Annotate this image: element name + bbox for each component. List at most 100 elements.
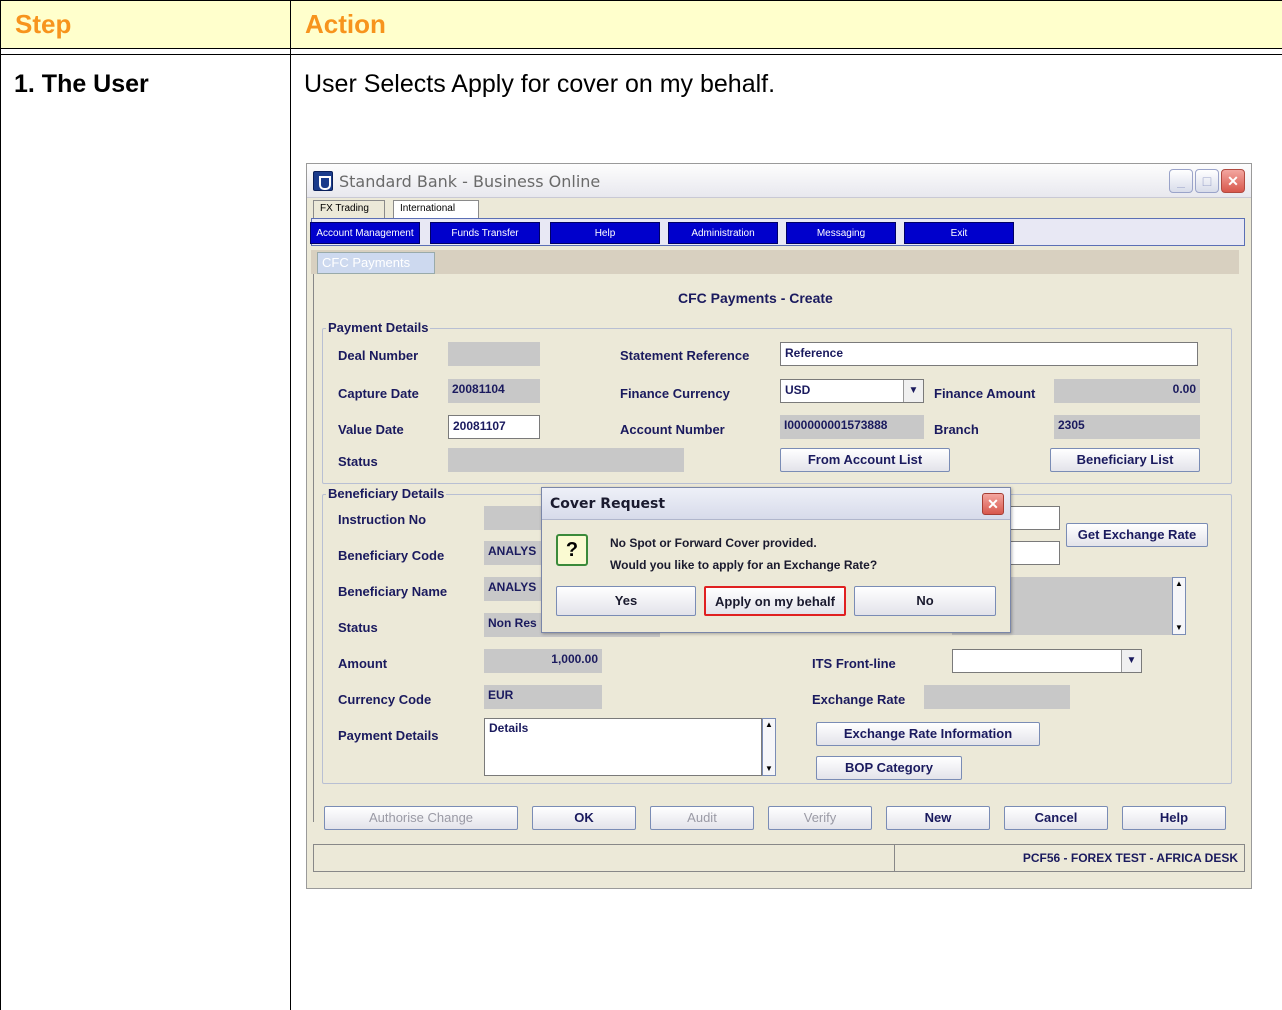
finance-amount-label: Finance Amount bbox=[934, 386, 1036, 401]
table-header-row: Step Action bbox=[0, 0, 1282, 49]
menu-account-management[interactable]: Account Management bbox=[310, 222, 420, 244]
dialog-title: Cover Request bbox=[550, 496, 666, 512]
action-cell: User Selects Apply for cover on my behal… bbox=[304, 70, 776, 98]
status-bar: PCF56 - FOREX TEST - AFRICA DESK bbox=[313, 844, 1245, 872]
beneficiary-details-group-label: Beneficiary Details bbox=[326, 486, 447, 501]
form-title: CFC Payments - Create bbox=[678, 290, 833, 306]
instruction-no-field bbox=[484, 506, 544, 530]
scroll-down-icon[interactable]: ▼ bbox=[1173, 622, 1185, 634]
value-date-field[interactable]: 20081107 bbox=[448, 415, 540, 439]
action-header: Action bbox=[305, 9, 386, 39]
statement-reference-label: Statement Reference bbox=[620, 348, 750, 363]
statement-reference-field[interactable]: Reference bbox=[780, 342, 1198, 366]
minimize-icon: _ bbox=[1177, 173, 1185, 189]
tab-fx-trading[interactable]: FX Trading bbox=[313, 200, 385, 218]
capture-date-label: Capture Date bbox=[338, 386, 419, 401]
its-front-line-label: ITS Front-line bbox=[812, 656, 896, 671]
audit-button[interactable]: Audit bbox=[650, 806, 754, 830]
status-label: Status bbox=[338, 454, 378, 469]
dialog-titlebar: Cover Request ✕ bbox=[542, 488, 1010, 520]
beneficiary-code-field: ANALYS bbox=[484, 541, 544, 565]
tab-cfc-payments[interactable]: CFC Payments bbox=[317, 252, 435, 274]
dialog-close-button[interactable]: ✕ bbox=[982, 493, 1004, 515]
beneficiary-list-button[interactable]: Beneficiary List bbox=[1050, 448, 1200, 472]
verify-button[interactable]: Verify bbox=[768, 806, 872, 830]
menu-administration[interactable]: Administration bbox=[668, 222, 778, 244]
chevron-down-icon[interactable]: ▼ bbox=[903, 380, 923, 402]
new-button[interactable]: New bbox=[886, 806, 990, 830]
dialog-message-line-1: No Spot or Forward Cover provided. bbox=[610, 536, 817, 550]
beneficiary-code-label: Beneficiary Code bbox=[338, 548, 445, 563]
finance-currency-select[interactable]: USD ▼ bbox=[780, 379, 924, 403]
menu-help[interactable]: Help bbox=[550, 222, 660, 244]
close-icon: ✕ bbox=[987, 496, 999, 512]
bank-logo-icon bbox=[313, 171, 333, 191]
menu-bar: Account Management Funds Transfer Help A… bbox=[310, 218, 1245, 246]
capture-date-field: 20081104 bbox=[448, 379, 540, 403]
dialog-message-line-2: Would you like to apply for an Exchange … bbox=[610, 558, 878, 572]
beneficiary-name-field: ANALYS bbox=[484, 577, 544, 601]
finance-amount-field: 0.00 bbox=[1054, 379, 1200, 403]
beneficiary-status-label: Status bbox=[338, 620, 378, 635]
step-header: Step bbox=[15, 9, 72, 39]
menu-exit[interactable]: Exit bbox=[904, 222, 1014, 244]
cancel-button[interactable]: Cancel bbox=[1004, 806, 1108, 830]
table-border-left bbox=[0, 0, 1, 1010]
exchange-rate-label: Exchange Rate bbox=[812, 692, 906, 707]
beneficiary-name-label: Beneficiary Name bbox=[338, 584, 448, 599]
table-row-divider bbox=[0, 54, 1282, 55]
instruction-no-label: Instruction No bbox=[338, 512, 427, 527]
close-window-button[interactable]: ✕ bbox=[1221, 169, 1245, 193]
apply-on-my-behalf-button[interactable]: Apply on my behalf bbox=[704, 586, 846, 616]
minimize-button[interactable]: _ bbox=[1169, 169, 1193, 193]
status-field bbox=[448, 448, 684, 472]
window-titlebar: Standard Bank - Business Online _ □ ✕ bbox=[307, 164, 1251, 198]
its-front-line-select[interactable]: ▼ bbox=[952, 649, 1142, 673]
payment-details-textarea[interactable]: Details bbox=[484, 718, 762, 776]
scroll-down-icon[interactable]: ▼ bbox=[763, 763, 775, 775]
chevron-down-icon[interactable]: ▼ bbox=[1121, 650, 1141, 672]
deal-number-label: Deal Number bbox=[338, 348, 419, 363]
exchange-rate-field bbox=[924, 685, 1070, 709]
help-button[interactable]: Help bbox=[1122, 806, 1226, 830]
maximize-button[interactable]: □ bbox=[1195, 169, 1219, 193]
branch-field: 2305 bbox=[1054, 415, 1200, 439]
ok-button[interactable]: OK bbox=[532, 806, 636, 830]
scroll-up-icon[interactable]: ▲ bbox=[763, 719, 775, 731]
from-account-list-button[interactable]: From Account List bbox=[780, 448, 950, 472]
payment-details-label: Payment Details bbox=[338, 728, 439, 743]
menu-funds-transfer[interactable]: Funds Transfer bbox=[430, 222, 540, 244]
payment-details-scrollbar[interactable]: ▲ ▼ bbox=[762, 718, 776, 776]
scroll-up-icon[interactable]: ▲ bbox=[1173, 578, 1185, 590]
currency-code-field: EUR bbox=[484, 685, 602, 709]
get-exchange-rate-button[interactable]: Get Exchange Rate bbox=[1066, 523, 1208, 547]
authorise-change-button[interactable]: Authorise Change bbox=[324, 806, 518, 830]
yes-button[interactable]: Yes bbox=[556, 586, 696, 616]
currency-code-label: Currency Code bbox=[338, 692, 432, 707]
window-title: Standard Bank - Business Online bbox=[339, 172, 601, 191]
cover-request-dialog: Cover Request ✕ ? No Spot or Forward Cov… bbox=[541, 487, 1011, 633]
exchange-rate-information-button[interactable]: Exchange Rate Information bbox=[816, 722, 1040, 746]
status-text: PCF56 - FOREX TEST - AFRICA DESK bbox=[894, 845, 1244, 871]
account-number-field: I000000001573888 bbox=[780, 415, 924, 439]
finance-currency-value: USD bbox=[785, 383, 811, 397]
close-icon: ✕ bbox=[1227, 173, 1239, 189]
menu-messaging[interactable]: Messaging bbox=[786, 222, 896, 244]
deal-number-field bbox=[448, 342, 540, 366]
value-date-label: Value Date bbox=[338, 422, 404, 437]
branch-label: Branch bbox=[934, 422, 979, 437]
payment-details-group-label: Payment Details bbox=[326, 320, 431, 335]
bop-category-button[interactable]: BOP Category bbox=[816, 756, 962, 780]
amount-label: Amount bbox=[338, 656, 388, 671]
account-number-label: Account Number bbox=[620, 422, 725, 437]
beneficiary-address-scrollbar[interactable]: ▲ ▼ bbox=[1172, 577, 1186, 635]
finance-currency-label: Finance Currency bbox=[620, 386, 730, 401]
step-cell: 1. The User bbox=[14, 70, 149, 98]
question-icon: ? bbox=[556, 534, 588, 566]
subtab-bar: CFC Payments bbox=[311, 250, 1239, 274]
table-column-divider bbox=[290, 0, 291, 1010]
maximize-icon: □ bbox=[1202, 173, 1212, 189]
amount-field: 1,000.00 bbox=[484, 649, 602, 673]
no-button[interactable]: No bbox=[854, 586, 996, 616]
tab-international[interactable]: International bbox=[393, 200, 479, 218]
